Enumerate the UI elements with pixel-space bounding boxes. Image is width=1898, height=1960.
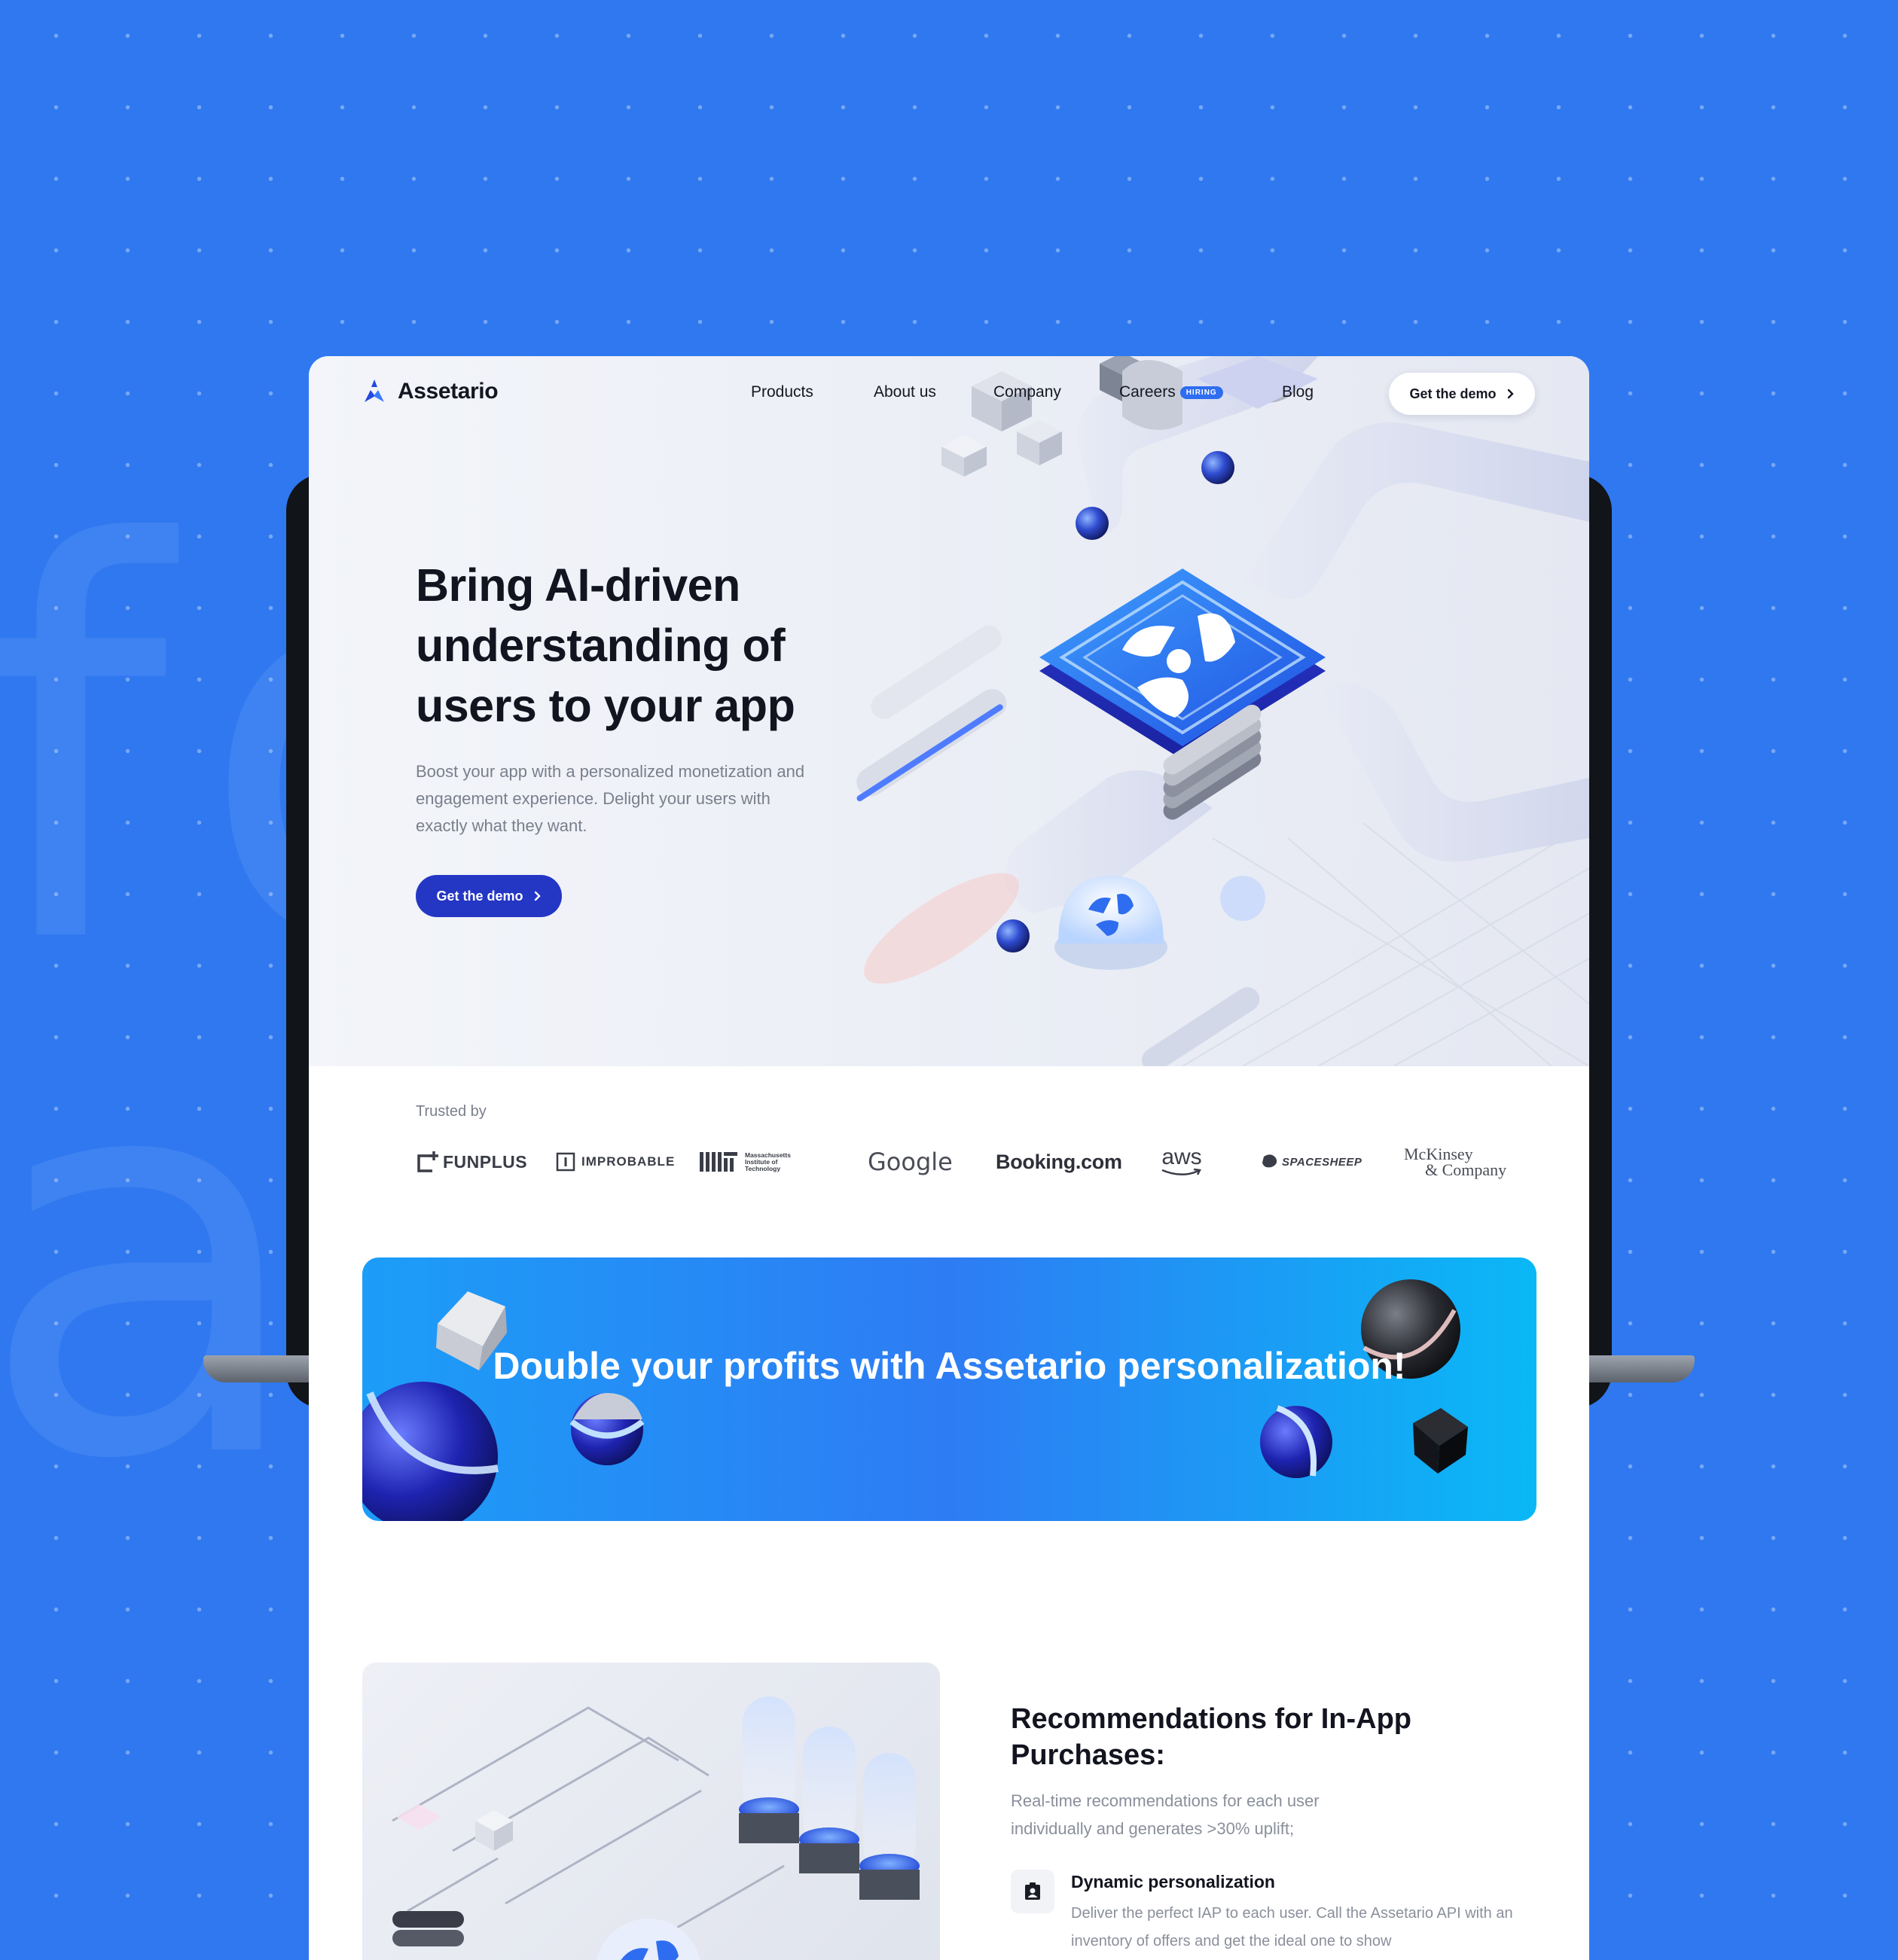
booking-logo: Booking.com [996,1150,1122,1173]
spacesheep-logo: SPACESHEEP [1261,1139,1362,1184]
laptop-screen: Assetario Products About us Company Care… [309,356,1589,1960]
funplus-mark-icon [417,1151,438,1172]
improbable-text: IMPROBABLE [581,1154,676,1169]
funplus-logo: FUNPLUS [416,1139,527,1184]
banner-title: Double your profits with Assetario perso… [493,1345,1406,1387]
nav-blog[interactable]: Blog [1282,383,1314,401]
nav-company[interactable]: Company [993,383,1061,401]
feature-item-title: Dynamic personalization [1071,1872,1275,1891]
nav-careers-label: Careers [1119,383,1176,401]
mckinsey-line1: McKinsey [1404,1145,1473,1163]
improbable-logo: IMPROBABLE [556,1139,675,1184]
feature-item-description: Deliver the perfect IAP to each user. Ca… [1071,1905,1513,1949]
mit-logo: Massachusetts Institute of Technology [700,1139,799,1184]
hero-get-demo-button[interactable]: Get the demo [416,875,562,917]
hero-title: Bring AI-driven understanding of users t… [416,559,795,731]
mckinsey-line2: & Company [1425,1160,1507,1179]
nav-about-us[interactable]: About us [874,383,936,401]
feature-illustration-art [392,1696,920,1960]
funplus-text: FUNPLUS [443,1151,528,1172]
feature-title: Recommendations for In-App Purchases: [1011,1703,1412,1771]
hiring-badge: HIRING [1179,386,1223,399]
hero-section: Assetario Products About us Company Care… [309,356,1589,1066]
nav-careers[interactable]: Careers HIRING [1119,383,1223,401]
promo-banner: Double your profits with Assetario perso… [362,1257,1536,1521]
chevron-right-icon [1507,389,1514,399]
spacesheep-text: SPACESHEEP [1282,1155,1362,1169]
google-logo: Google [868,1148,953,1176]
improbable-mark-icon [556,1152,575,1172]
mckinsey-logo: McKinsey & Company [1404,1139,1506,1184]
nav-products[interactable]: Products [751,383,813,401]
hero-get-demo-label: Get the demo [436,888,523,904]
aws-text: aws [1161,1145,1202,1169]
brand-name: Assetario [398,379,499,404]
hero-subtitle: Boost your app with a personalized monet… [416,762,805,835]
feature-subtitle: Real-time recommendations for each user … [1011,1791,1320,1838]
feature-illustration [362,1663,940,1960]
logo[interactable]: Assetario [362,379,499,404]
mit-text: Massachusetts Institute of Technology [745,1151,791,1172]
spacesheep-mark-icon [1262,1154,1277,1168]
assetario-logo-icon [365,380,384,402]
nav-get-demo-label: Get the demo [1409,386,1497,401]
user-badge-icon [1025,1882,1040,1900]
client-logos: FUNPLUS IMPROBABLE Massachusetts Institu… [416,1139,1523,1184]
nav-get-demo-button[interactable]: Get the demo [1389,373,1535,415]
aws-smile-icon [1161,1168,1201,1175]
top-nav: Assetario Products About us Company Care… [309,356,1589,431]
feature-item-icon-box [1011,1870,1054,1913]
trusted-by-label: Trusted by [416,1103,487,1120]
hero-illustration [856,356,1589,1066]
chevron-right-icon [534,891,541,901]
mit-mark-icon [700,1152,737,1172]
aws-logo: aws [1159,1139,1204,1184]
